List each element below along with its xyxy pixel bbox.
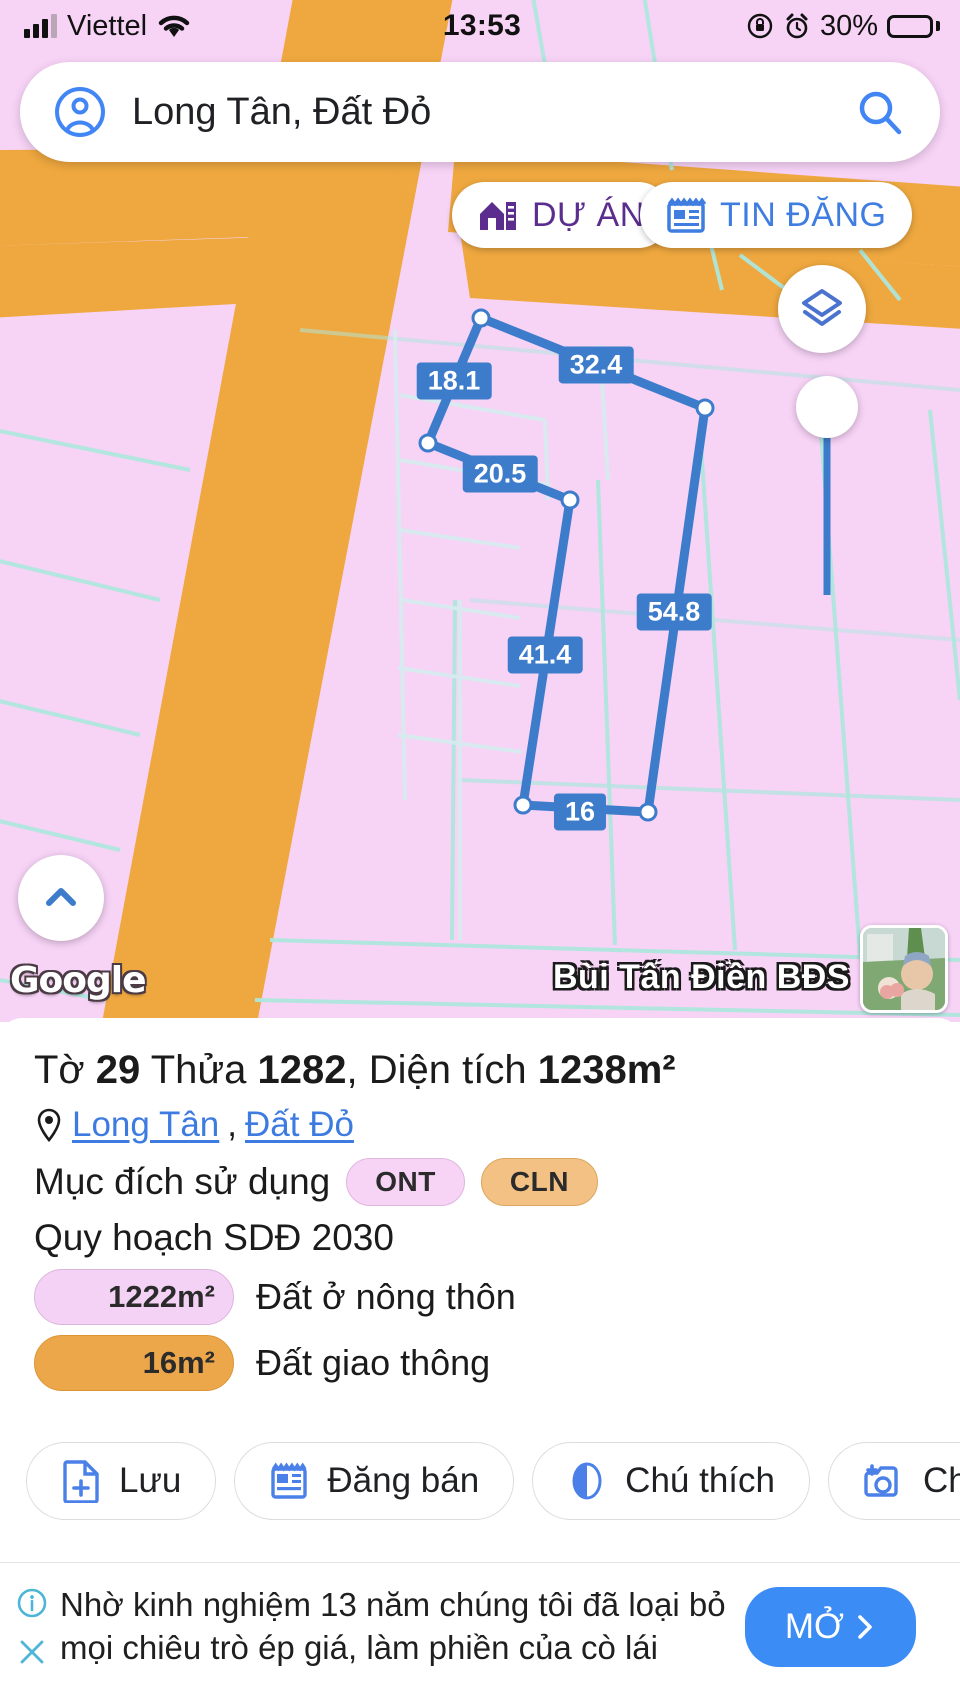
alarm-icon xyxy=(783,12,811,40)
legend-label: Chú thích xyxy=(625,1461,775,1500)
page-title: Tờ 29 Thửa 1282, Diện tích 1238m² xyxy=(34,1048,676,1092)
plot-label: Thửa xyxy=(150,1048,247,1092)
zoning-name-residential: Đất ở nông thôn xyxy=(256,1275,516,1317)
parcel-dimension-label: 16 xyxy=(553,793,607,831)
sheet-number: 29 xyxy=(95,1048,141,1092)
breadcrumb-separator: , xyxy=(227,1104,237,1144)
battery-percent-label: 30% xyxy=(819,9,879,42)
zoning-row-residential: 1222m² Đất ở nông thôn xyxy=(34,1268,926,1325)
save-button[interactable]: Lưu xyxy=(26,1442,217,1520)
chevron-right-icon xyxy=(854,1612,876,1642)
add-photo-label: Ch xyxy=(922,1461,960,1500)
post-listing-button[interactable]: Đăng bán xyxy=(234,1442,515,1520)
district-link[interactable]: Đất Đỏ xyxy=(245,1105,354,1145)
breadcrumb: Long Tân , Đất Đỏ xyxy=(34,1105,926,1145)
listing-filter-label: TIN ĐĂNG xyxy=(720,195,887,234)
area-label: Diện tích xyxy=(368,1048,527,1092)
close-icon[interactable] xyxy=(17,1637,47,1667)
rotation-lock-icon xyxy=(746,12,774,40)
status-badge-ont: ONT xyxy=(346,1157,465,1206)
land-purpose-row: Mục đích sử dụng ONT CLN xyxy=(34,1157,926,1206)
sheet-label: Tờ xyxy=(34,1048,85,1092)
file-add-icon xyxy=(61,1459,101,1503)
status-bar-left: Viettel xyxy=(0,10,443,43)
status-bar-right: 30% xyxy=(521,10,960,43)
action-chip-bar: Lưu Đăng bán Chú thích Ch xyxy=(26,1442,960,1520)
listing-icon xyxy=(269,1460,309,1502)
status-bar-clock: 13:53 xyxy=(442,9,522,42)
search-bar[interactable]: Long Tân, Đất Đỏ xyxy=(20,62,940,162)
zoning-area-residential: 1222m² xyxy=(34,1268,234,1325)
parcel-dimension-label: 18.1 xyxy=(416,362,492,400)
plot-number: 1282 xyxy=(257,1048,347,1092)
status-badge-cln: CLN xyxy=(480,1157,598,1206)
layers-icon xyxy=(799,286,845,332)
zoning-area-traffic: 16m² xyxy=(34,1334,234,1391)
map-pin-icon xyxy=(34,1107,64,1143)
expand-panel-button[interactable] xyxy=(18,855,104,941)
house-project-icon xyxy=(478,196,518,234)
listing-filter-button[interactable]: TIN ĐĂNG xyxy=(640,182,913,248)
account-circle-icon[interactable] xyxy=(54,86,106,138)
ruler-handle-button[interactable] xyxy=(796,376,858,438)
zoning-name-traffic: Đất giao thông xyxy=(256,1341,491,1383)
post-listing-label: Đăng bán xyxy=(327,1461,480,1500)
agent-avatar-thumbnail xyxy=(860,925,948,1013)
camera-add-icon xyxy=(863,1460,905,1502)
parcel-dimension-label: 32.4 xyxy=(558,346,634,384)
land-purpose-label: Mục đích sử dụng xyxy=(34,1160,331,1202)
info-circle-icon[interactable] xyxy=(16,1587,48,1619)
ward-link[interactable]: Long Tân xyxy=(72,1105,219,1145)
ad-text-line2: mọi chiêu trò ép giá, làm phiền của cò l… xyxy=(60,1628,658,1666)
area-value: 1238m² xyxy=(537,1048,676,1092)
ad-side-icons xyxy=(10,1587,54,1667)
ad-banner[interactable]: Nhờ kinh nghiệm 13 năm chúng tôi đã loại… xyxy=(0,1562,960,1690)
project-filter-button[interactable]: DỰ ÁN xyxy=(452,182,671,248)
ad-open-button[interactable]: MỞ xyxy=(744,1586,916,1667)
zoning-row-traffic: 16m² Đất giao thông xyxy=(34,1334,926,1391)
legend-button[interactable]: Chú thích xyxy=(532,1442,810,1520)
add-photo-button[interactable]: Ch xyxy=(827,1442,960,1520)
parcel-dimension-label: 20.5 xyxy=(462,455,538,493)
ad-open-label: MỞ xyxy=(784,1606,844,1646)
half-circle-icon xyxy=(567,1460,607,1502)
parcel-dimension-label: 41.4 xyxy=(507,636,583,674)
project-filter-label: DỰ ÁN xyxy=(532,195,645,234)
save-label: Lưu xyxy=(119,1461,182,1500)
chevron-up-icon xyxy=(39,876,83,920)
avatar-photo xyxy=(863,928,945,1010)
wifi-icon xyxy=(157,13,191,39)
parcel-dimension-label: 54.8 xyxy=(636,593,712,631)
agent-watermark: Bùi Tấn Điền BĐS xyxy=(552,958,850,996)
map-layers-button[interactable] xyxy=(778,265,866,353)
search-icon[interactable] xyxy=(854,86,906,138)
battery-icon xyxy=(887,14,941,38)
google-logo: Google xyxy=(10,960,147,1001)
mobile-screen: 18.1 32.4 20.5 54.8 41.4 16 Google Bùi Tấn Đi… xyxy=(0,0,960,1707)
search-input[interactable]: Long Tân, Đất Đỏ xyxy=(106,91,854,134)
ad-text-line1: Nhờ kinh nghiệm 13 năm chúng tôi đã loại… xyxy=(60,1585,726,1623)
status-bar: Viettel 13:53 30% xyxy=(0,0,960,52)
ad-text: Nhờ kinh nghiệm 13 năm chúng tôi đã loại… xyxy=(54,1584,745,1670)
zoning-plan-title: Quy hoạch SDĐ 2030 xyxy=(34,1216,394,1258)
listing-icon xyxy=(666,196,706,234)
carrier-label: Viettel xyxy=(67,9,148,42)
signal-bars-icon xyxy=(24,14,57,38)
